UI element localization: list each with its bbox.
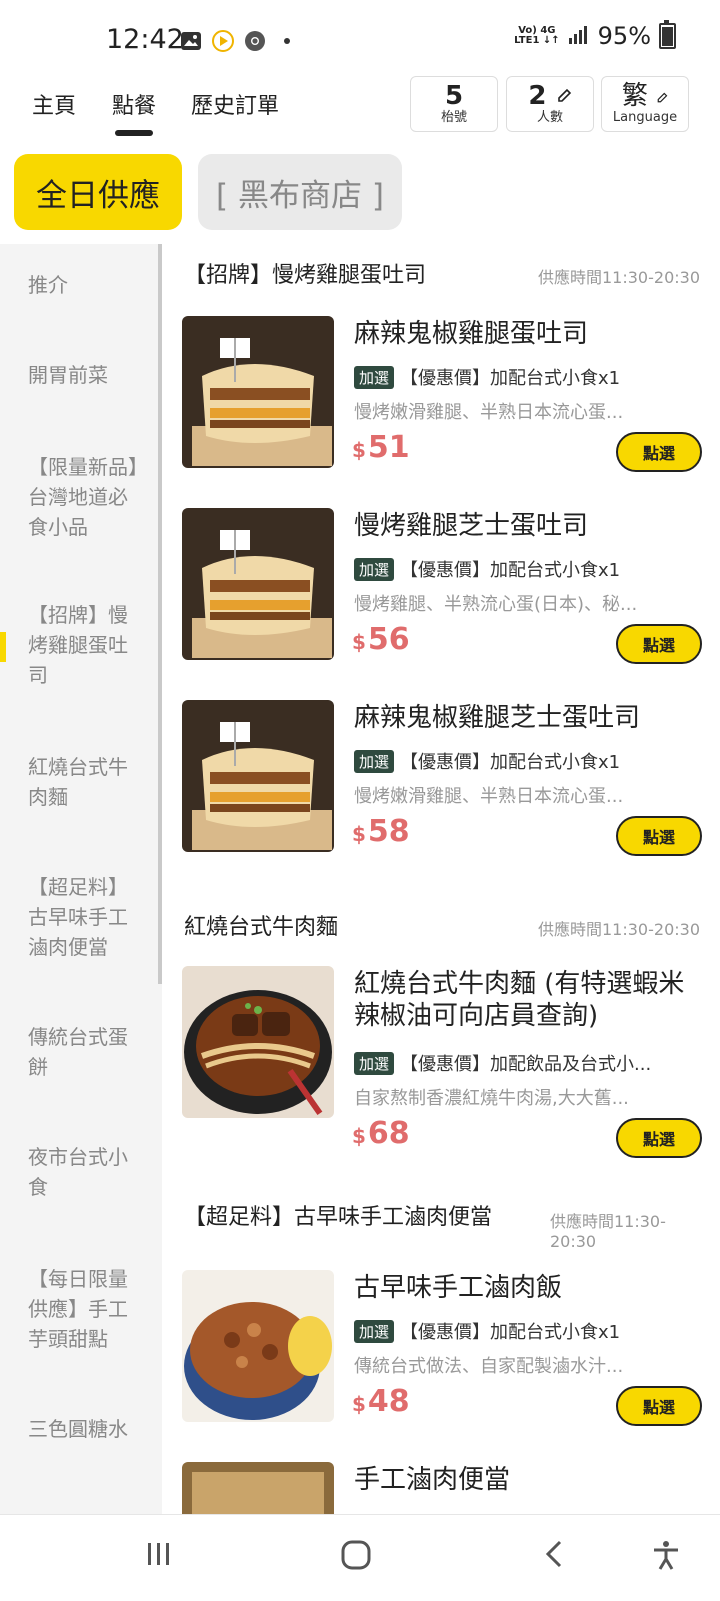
pencil-icon [556,81,572,111]
tab-home[interactable]: 主頁 [32,88,76,120]
add-option-tag: 加選 [354,366,395,389]
item-name: 手工滷肉便當 [354,1465,511,1495]
language-value: 繁 [621,81,648,111]
item-price: $68 [352,1116,410,1151]
signal-icon [568,22,590,50]
item-description: 傳統台式做法、自家配製滷水汁... [354,1356,624,1377]
menu-item[interactable]: 麻辣鬼椒雞腿芝士蛋吐司 加選 【優惠價】加配台式小食x1 慢烤嫩滑雞腿、半熟日本流… [182,700,702,860]
sidebar-item-signature-toast[interactable]: 【招牌】慢烤雞腿蛋吐司 [28,600,146,690]
section-time: 供應時間11:30-20:30 [538,268,700,287]
network-indicator: Vo) 4G LTE1 ↓↑ [514,25,560,46]
item-name: 麻辣鬼椒雞腿芝士蛋吐司 [354,703,641,733]
language-label: Language [612,110,678,125]
select-button[interactable]: 點選 [616,624,702,664]
status-time: 12:42 [106,24,184,55]
item-promo: 加選 【優惠價】加配台式小食x1 [354,364,704,390]
battery-icon [659,20,676,49]
item-promo: 加選 【優惠價】加配台式小食x1 [354,556,704,582]
language-button[interactable]: 繁 Language [601,76,689,132]
sidebar-item-beef-noodle[interactable]: 紅燒台式牛肉麵 [28,752,146,812]
sidebar-item-braised-pork-bento[interactable]: 【超足料】古早味手工滷肉便當 [28,872,146,962]
section-title: 紅燒台式牛肉麵 [184,915,339,940]
item-photo-bento [182,1462,334,1514]
section-time: 供應時間11:30-20:30 [538,920,700,939]
add-option-tag: 加選 [354,1320,395,1343]
menu-item[interactable]: 古早味手工滷肉飯 加選 【優惠價】加配台式小食x1 傳統台式做法、自家配製滷水汁.… [182,1270,702,1430]
item-photo-beef-noodle [182,966,334,1118]
item-name: 慢烤雞腿芝士蛋吐司 [354,511,589,541]
item-price: $56 [352,622,410,657]
menu-item[interactable]: 紅燒台式牛肉麵 (有特選蝦米辣椒油可向店員查詢) 加選 【優惠價】加配飲品及台式小… [182,966,702,1166]
item-price: $48 [352,1384,410,1419]
people-count-label: 人數 [536,110,563,125]
play-notification-icon [212,30,234,52]
active-category-marker [0,632,6,662]
item-photo-toast [182,700,334,852]
item-promo: 加選 【優惠價】加配台式小食x1 [354,1318,704,1344]
menu-list: 【招牌】慢烤雞腿蛋吐司 供應時間11:30-20:30 麻辣鬼椒雞腿蛋吐司 加選… [164,244,720,1514]
section-time: 供應時間11:30-20:30 [550,1212,666,1251]
category-sidebar: 推介 開胃前菜 【限量新品】台灣地道必食小品 【招牌】慢烤雞腿蛋吐司 紅燒台式牛… [0,244,162,1514]
people-count-button[interactable]: 2 人數 [506,76,594,132]
select-button[interactable]: 點選 [616,1118,702,1158]
top-nav: 主頁 點餐 歷史訂單 5 枱號 2 人數 繁 Language [0,76,720,140]
menu-item[interactable]: 慢烤雞腿芝士蛋吐司 加選 【優惠價】加配台式小食x1 慢烤雞腿、半熟流心蛋(日本)… [182,508,702,668]
item-promo: 加選 【優惠價】加配飲品及台式小... [354,1050,704,1076]
sidebar-scroll-indicator [158,244,162,984]
store-tab-all-day[interactable]: 全日供應 [14,154,182,230]
add-option-tag: 加選 [354,1052,395,1075]
select-button[interactable]: 點選 [616,816,702,856]
select-button[interactable]: 點選 [616,432,702,472]
sidebar-item-taro-dessert[interactable]: 【每日限量供應】手工芋頭甜點 [28,1264,146,1354]
select-button[interactable]: 點選 [616,1386,702,1426]
sidebar-item-limited-new[interactable]: 【限量新品】台灣地道必食小品 [28,452,146,542]
status-bar: 12:42 Vo) 4G LTE1 ↓↑ 95% [0,0,720,76]
item-description: 慢烤嫩滑雞腿、半熟日本流心蛋... [354,402,624,423]
sidebar-item-three-color-soup[interactable]: 三色圓糖水 [28,1414,146,1444]
pencil-icon [656,81,668,111]
item-photo-braised-pork-rice [182,1270,334,1422]
sidebar-item-night-market-snacks[interactable]: 夜市台式小食 [28,1142,146,1202]
menu-item[interactable]: 手工滷肉便當 [182,1462,702,1514]
section-title: 【超足料】古早味手工滷肉便當 [184,1205,493,1230]
item-description: 自家熬制香濃紅燒牛肉湯,大大舊... [354,1088,629,1109]
gallery-icon [180,30,202,52]
item-price: $58 [352,814,410,849]
item-description: 慢烤雞腿、半熟流心蛋(日本)、秘... [354,594,638,615]
people-count-value: 2 [528,81,547,111]
accessibility-icon[interactable] [650,1539,682,1575]
item-photo-toast [182,508,334,660]
system-navigation-bar [0,1514,720,1601]
item-photo-toast [182,316,334,468]
tab-order[interactable]: 點餐 [112,88,156,136]
menu-item[interactable]: 麻辣鬼椒雞腿蛋吐司 加選 【優惠價】加配台式小食x1 慢烤嫩滑雞腿、半熟日本流心蛋… [182,316,702,476]
item-promo: 加選 【優惠價】加配台式小食x1 [354,748,704,774]
item-name: 麻辣鬼椒雞腿蛋吐司 [354,319,589,349]
table-number-box: 5 枱號 [410,76,498,132]
item-description: 慢烤嫩滑雞腿、半熟日本流心蛋... [354,786,624,807]
tab-history[interactable]: 歷史訂單 [191,88,279,120]
item-name: 古早味手工滷肉飯 [354,1273,563,1303]
battery-percent: 95% [597,22,651,50]
more-notifications-dot-icon [276,30,298,52]
recent-apps-icon[interactable] [144,1539,174,1573]
table-number-label: 枱號 [440,110,467,125]
item-name: 紅燒台式牛肉麵 (有特選蝦米辣椒油可向店員查詢) [354,969,685,1031]
sidebar-item-appetizers[interactable]: 開胃前菜 [28,360,146,390]
home-icon[interactable] [340,1539,372,1575]
item-price: $51 [352,430,410,465]
sidebar-item-egg-pancake[interactable]: 傳統台式蛋餅 [28,1022,146,1082]
section-title: 【招牌】慢烤雞腿蛋吐司 [184,263,427,288]
add-option-tag: 加選 [354,558,395,581]
store-tab-blackcloth[interactable]: [ 黑布商店 ] [198,154,402,230]
sidebar-item-recommended[interactable]: 推介 [28,270,146,300]
back-icon[interactable] [540,1539,570,1573]
table-number-value: 5 [444,81,464,111]
chrome-icon [244,30,266,52]
add-option-tag: 加選 [354,750,395,773]
